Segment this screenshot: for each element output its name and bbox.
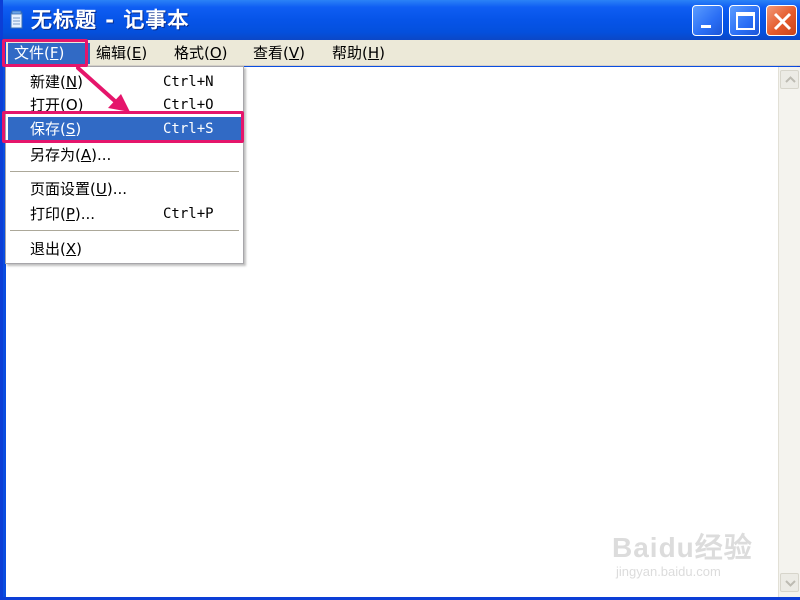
close-button[interactable]	[766, 5, 797, 36]
menu-item-new[interactable]: 新建(N) Ctrl+N	[8, 70, 241, 94]
title-bar[interactable]: 无标题 - 记事本	[3, 0, 800, 40]
watermark-logo: Baidu经验	[612, 532, 753, 563]
window-title: 无标题 - 记事本	[31, 8, 190, 32]
maximize-icon	[736, 12, 755, 30]
maximize-button[interactable]	[729, 5, 760, 36]
scroll-down-button[interactable]	[780, 573, 799, 592]
notepad-icon[interactable]	[9, 10, 25, 30]
vertical-scrollbar[interactable]	[778, 67, 800, 597]
minimize-button[interactable]	[692, 5, 723, 36]
annotation-highlight-file-menu	[2, 39, 88, 67]
menu-separator	[10, 230, 239, 232]
menu-bar: 文件(F) 编辑(E) 格式(O) 查看(V) 帮助(H)	[6, 40, 800, 66]
close-icon	[773, 12, 792, 31]
menu-view[interactable]: 查看(V)	[247, 43, 311, 64]
menu-format[interactable]: 格式(O)	[168, 43, 234, 64]
menu-edit[interactable]: 编辑(E)	[90, 43, 153, 64]
menu-item-exit[interactable]: 退出(X)	[8, 237, 241, 261]
menu-item-save-as[interactable]: 另存为(A)...	[8, 143, 241, 167]
annotation-highlight-save	[2, 111, 244, 143]
chevron-up-icon	[785, 76, 796, 83]
menu-item-page-setup[interactable]: 页面设置(U)...	[8, 177, 241, 201]
file-menu-dropdown: 新建(N) Ctrl+N 打开(O) Ctrl+O 保存(S) Ctrl+S 另…	[5, 66, 244, 264]
chevron-down-icon	[785, 580, 796, 587]
menu-separator	[10, 171, 239, 173]
shortcut-label: Ctrl+P	[163, 206, 214, 222]
watermark-url: jingyan.baidu.com	[616, 564, 721, 579]
shortcut-label: Ctrl+N	[163, 74, 214, 90]
menu-help[interactable]: 帮助(H)	[326, 43, 391, 64]
minimize-icon	[701, 25, 711, 28]
menu-item-print[interactable]: 打印(P)... Ctrl+P	[8, 202, 241, 226]
scroll-up-button[interactable]	[780, 70, 799, 89]
baidu-watermark: Baidu经验 jingyan.baidu.com	[612, 514, 762, 586]
